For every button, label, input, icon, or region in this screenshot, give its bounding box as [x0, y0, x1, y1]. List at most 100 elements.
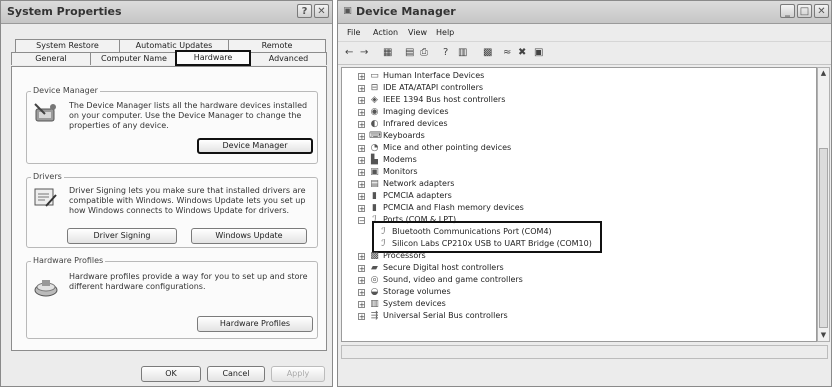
tree-node-label: Network adapters	[383, 179, 455, 188]
monitor-icon: ▣	[370, 167, 379, 177]
driver-signing-icon	[33, 186, 59, 210]
windows-update-button[interactable]: Windows Update	[191, 228, 307, 244]
scan-hardware-icon[interactable]: ▩	[483, 48, 492, 58]
system-properties-window: System Properties ? ✕ System Restore Aut…	[0, 0, 333, 387]
tab-system-restore[interactable]: System Restore	[15, 39, 120, 52]
expand-icon[interactable]: +	[358, 145, 365, 153]
expand-icon[interactable]: +	[358, 205, 365, 213]
collapse-icon[interactable]: −	[358, 217, 365, 225]
hardware-profiles-button[interactable]: Hardware Profiles	[197, 316, 313, 332]
apply-button[interactable]: Apply	[271, 366, 325, 382]
tab-hardware[interactable]: Hardware	[175, 50, 251, 66]
device-tree[interactable]: + ▭ Human Interface Devices + ⊟ IDE ATA/ATAP…	[341, 67, 817, 342]
sd-icon: ▰	[371, 263, 378, 273]
tree-node-label: Sound, video and game controllers	[383, 275, 523, 284]
expand-icon[interactable]: +	[358, 169, 365, 177]
vertical-scrollbar[interactable]: ▲ ▼	[817, 67, 830, 342]
pcmcia-icon: ▮	[372, 191, 377, 201]
expand-icon[interactable]: +	[358, 265, 365, 273]
cancel-button[interactable]: Cancel	[207, 366, 265, 382]
expand-icon[interactable]: +	[358, 157, 365, 165]
expand-icon[interactable]: +	[358, 109, 365, 117]
maximize-icon[interactable]: □	[797, 4, 812, 18]
menu-action[interactable]: Action	[373, 28, 398, 37]
tree-node-label: Modems	[383, 155, 417, 164]
expand-icon[interactable]: +	[358, 253, 365, 261]
scroll-down-icon[interactable]: ▼	[818, 330, 829, 341]
expand-icon[interactable]: +	[358, 121, 365, 129]
expand-icon[interactable]: +	[358, 85, 365, 93]
highlight-box	[372, 221, 602, 253]
cpu-icon: ▩	[370, 251, 379, 261]
menu-file[interactable]: File	[347, 28, 360, 37]
ide-icon: ⊟	[370, 83, 379, 93]
drivers-group: Drivers Driver Signing lets you make sur…	[26, 172, 318, 248]
view-icon[interactable]: ▥	[458, 48, 467, 58]
tree-node-label: Processors	[383, 251, 426, 260]
menu-help[interactable]: Help	[436, 28, 454, 37]
group-label: Hardware Profiles	[31, 256, 106, 265]
tree-node-label: Human Interface Devices	[383, 71, 485, 80]
close-icon[interactable]: ✕	[814, 4, 829, 18]
device-manager-description: The Device Manager lists all the hardwar…	[69, 101, 308, 130]
tab-advanced[interactable]: Advanced	[250, 52, 327, 65]
forward-arrow-icon[interactable]: →	[360, 48, 368, 58]
menu-view[interactable]: View	[408, 28, 427, 37]
show-hide-tree-icon[interactable]: ▦	[383, 48, 392, 58]
tree-node-label: Keyboards	[383, 131, 425, 140]
title-bar[interactable]: ▣ Device Manager _ □ ✕	[338, 1, 831, 24]
tree-node-label: Mice and other pointing devices	[383, 143, 512, 152]
update-driver-icon[interactable]: ≈	[503, 48, 511, 58]
properties-icon[interactable]: ▤	[405, 48, 414, 58]
group-label: Device Manager	[31, 86, 100, 95]
menu-bar: File Action View Help	[338, 24, 831, 40]
tree-node-label: Infrared devices	[383, 119, 448, 128]
close-icon[interactable]: ✕	[314, 4, 329, 18]
expand-icon[interactable]: +	[358, 181, 365, 189]
tab-general[interactable]: General	[11, 52, 91, 65]
hardware-profiles-icon	[33, 276, 59, 300]
ok-button[interactable]: OK	[141, 366, 201, 382]
disable-icon[interactable]: ▣	[534, 48, 543, 58]
network-icon: ▤	[370, 179, 379, 189]
storage-icon: ◒	[370, 287, 379, 297]
expand-icon[interactable]: +	[358, 133, 365, 141]
firewire-icon: ◈	[371, 95, 378, 105]
tree-node-label: Storage volumes	[383, 287, 451, 296]
status-bar	[341, 345, 828, 359]
expand-icon[interactable]: +	[358, 277, 365, 285]
scroll-up-icon[interactable]: ▲	[818, 68, 829, 79]
back-arrow-icon[interactable]: ←	[345, 48, 353, 58]
expand-icon[interactable]: +	[358, 73, 365, 81]
tree-node-label: Imaging devices	[383, 107, 449, 116]
usb-icon: ⇶	[370, 311, 379, 321]
device-manager-button[interactable]: Device Manager	[197, 138, 313, 154]
hardware-profiles-group: Hardware Profiles Hardware profiles prov…	[26, 256, 318, 339]
help-icon[interactable]: ?	[443, 48, 448, 58]
hardware-profiles-description: Hardware profiles provide a way for you …	[69, 272, 308, 291]
minimize-icon[interactable]: _	[780, 4, 795, 18]
expand-icon[interactable]: +	[358, 289, 365, 297]
expand-icon[interactable]: +	[358, 313, 365, 321]
keyboard-icon: ⌨	[369, 131, 382, 141]
tree-node-label: IEEE 1394 Bus host controllers	[383, 95, 506, 104]
print-icon[interactable]: ⎙	[420, 48, 428, 58]
tree-node-label: Monitors	[383, 167, 418, 176]
expand-icon[interactable]: +	[358, 301, 365, 309]
uninstall-icon[interactable]: ✖	[518, 48, 526, 58]
tree-node-label: Secure Digital host controllers	[383, 263, 504, 272]
expand-icon[interactable]: +	[358, 193, 365, 201]
toolbar: ← → ▦ ▤ ⎙ ? ▥ ▩ ≈ ✖ ▣	[338, 41, 831, 65]
mouse-icon: ◔	[370, 143, 379, 153]
flash-icon: ▮	[372, 203, 377, 213]
system-icon: ▥	[370, 299, 379, 309]
help-icon[interactable]: ?	[297, 4, 312, 18]
hardware-tab-panel: Device Manager The Device Manager lists …	[11, 66, 327, 351]
window-title: System Properties	[7, 5, 122, 18]
tab-computer-name[interactable]: Computer Name	[90, 52, 178, 65]
driver-signing-button[interactable]: Driver Signing	[67, 228, 177, 244]
expand-icon[interactable]: +	[358, 97, 365, 105]
title-bar[interactable]: System Properties ? ✕	[1, 1, 332, 24]
scroll-thumb[interactable]	[819, 148, 828, 328]
device-manager-app-icon: ▣	[343, 6, 352, 16]
